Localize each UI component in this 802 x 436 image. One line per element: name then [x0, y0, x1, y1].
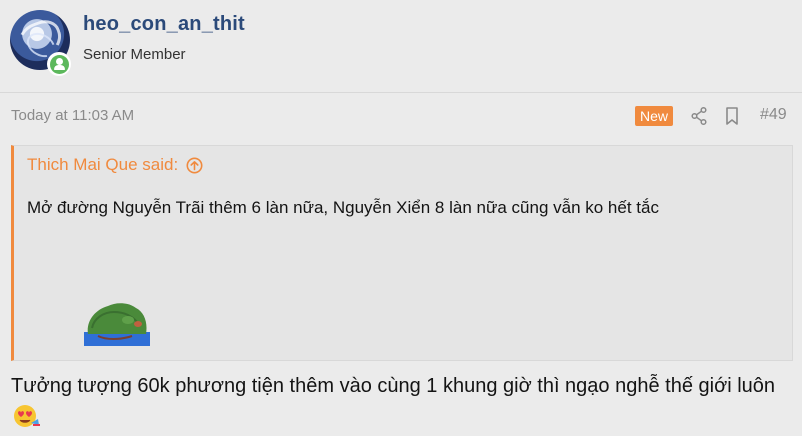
post-meta-row: Today at 11:03 AM: [0, 94, 802, 139]
quote-header[interactable]: Thich Mai Que said:: [27, 155, 203, 175]
quote-block: Thich Mai Que said: Mở đường Nguyễn Trãi…: [11, 145, 793, 361]
bookmark-icon[interactable]: [724, 106, 740, 126]
user-title: Senior Member: [83, 46, 186, 63]
quote-text: Mở đường Nguyễn Trãi thêm 6 làn nữa, Ngu…: [27, 198, 659, 217]
share-icon[interactable]: [690, 106, 708, 126]
reply-text: Tưởng tượng 60k phương tiện thêm vào cùn…: [11, 370, 781, 434]
arrow-up-circle-icon[interactable]: [186, 157, 203, 174]
new-badge: New: [635, 106, 674, 126]
post-number-link[interactable]: #49: [760, 106, 787, 124]
username-link[interactable]: heo_con_an_thit: [83, 13, 245, 36]
post-date-link[interactable]: Today at 11:03 AM: [11, 107, 134, 124]
user-header: heo_con_an_thit Senior Member: [0, 0, 802, 93]
heart-eyes-emoji-icon: [14, 405, 40, 427]
online-status-icon: [47, 52, 71, 76]
pepe-frog-sticker-icon: [84, 303, 150, 346]
reply-text-body: Tưởng tượng 60k phương tiện thêm vào cùn…: [11, 375, 776, 397]
quote-author-said[interactable]: Thich Mai Que said:: [27, 155, 178, 175]
